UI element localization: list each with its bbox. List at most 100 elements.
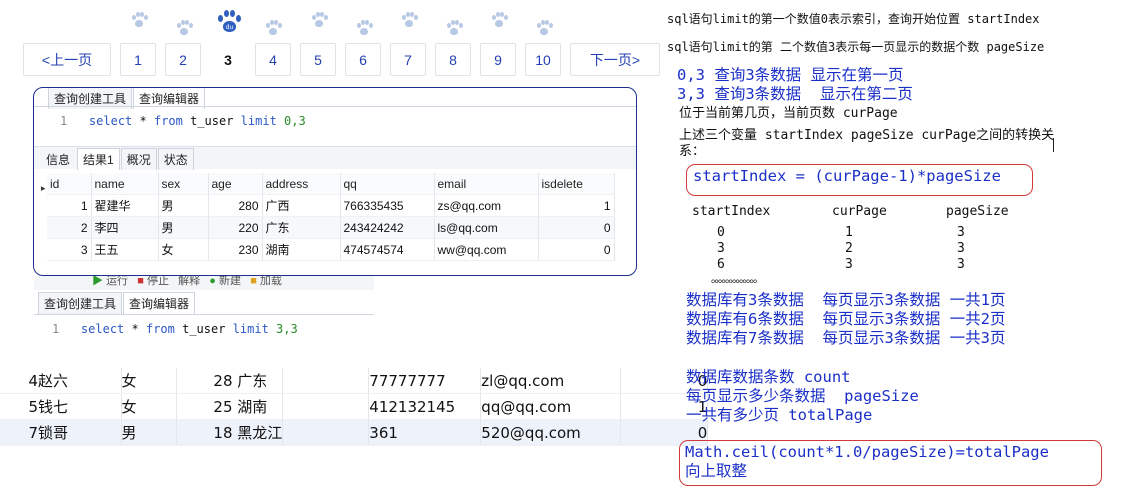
cell-id-name: 4赵六 — [0, 368, 122, 394]
index-table-cell: 3 — [957, 225, 965, 240]
note-var-count: 数据库数据条数 count — [686, 368, 851, 386]
note-count-1: 数据库有3条数据 每页显示3条数据 一共1页 — [686, 291, 1006, 309]
column-header[interactable]: isdelete — [538, 173, 615, 195]
cell-qq: 77777777 — [368, 368, 482, 394]
cell-address: 广东 — [262, 216, 341, 239]
column-header[interactable]: email — [434, 173, 539, 195]
sql-keyword: limit — [232, 322, 269, 336]
run-icon: ▶ — [92, 275, 103, 287]
tab-overview[interactable]: 概况 — [120, 148, 157, 170]
page-button-1[interactable]: 1 — [120, 43, 156, 76]
sql-editor-2[interactable]: 1 select * from t_user limit 3,3 — [52, 322, 298, 336]
line-number: 1 — [60, 114, 68, 128]
column-header[interactable]: qq — [340, 173, 435, 195]
cell-isdelete: 1 — [538, 194, 615, 217]
ellipsis-dots: 。。。。。。。。。。。。。 — [711, 272, 764, 285]
new-button[interactable]: 新建 — [219, 275, 241, 287]
column-header[interactable]: age — [208, 173, 263, 195]
index-table-header: startIndex — [692, 204, 771, 219]
cell-address: 广西 — [262, 194, 341, 217]
index-table-cell: 2 — [845, 241, 853, 256]
column-header[interactable]: sex — [158, 173, 209, 195]
note-relation: 上述三个变量 startIndex pageSize curPage之间的转换关 — [679, 128, 1055, 143]
query-panel-2: ▶ 运行 ■ 停止 解释 ● 新建 ■ 加载 查询创建工具 查询编辑器 1 se… — [34, 275, 374, 366]
cell-name: 赵六 — [38, 372, 69, 390]
note-count-3: 数据库有7条数据 每页显示3条数据 一共3页 — [686, 329, 1006, 347]
page-button-10[interactable]: 10 — [525, 43, 561, 76]
page-button-7[interactable]: 7 — [390, 43, 426, 76]
cell-age: 25 — [213, 398, 233, 416]
tab-query-builder[interactable]: 查询创建工具 — [38, 292, 123, 314]
run-button[interactable]: 运行 — [106, 275, 128, 287]
cell-age: 18 — [213, 424, 233, 442]
cell-age: 280 — [208, 194, 263, 217]
page-button-9[interactable]: 9 — [480, 43, 516, 76]
cell-address: 黑龙江 — [237, 424, 283, 442]
sql-args: 3,3 — [268, 322, 298, 336]
sql-keyword: from — [153, 114, 183, 128]
note-count-2: 数据库有6条数据 每页显示3条数据 一共2页 — [686, 310, 1006, 328]
cell-sex: 男 — [158, 216, 209, 239]
prev-page-button[interactable]: <上一页 — [23, 43, 111, 76]
table-row[interactable]: 5钱七 女 25 湖南 412132145 qq@qq.com 1 — [0, 393, 709, 420]
stop-button[interactable]: 停止 — [147, 275, 169, 287]
tab-result-1[interactable]: 结果1 — [77, 148, 120, 170]
load-icon: ■ — [250, 275, 257, 287]
page-button-2[interactable]: 2 — [165, 43, 201, 76]
explain-button[interactable]: 解释 — [178, 275, 200, 287]
tab-query-editor[interactable]: 查询编辑器 — [123, 292, 196, 314]
sql-text: * — [124, 322, 146, 336]
index-table-cell: 3 — [957, 241, 965, 256]
cell-email: qq@qq.com — [480, 393, 622, 420]
cell-qq: 243424242 — [340, 216, 435, 239]
cell-qq: 361 — [368, 419, 482, 446]
result-table-2: 4赵六 女 28 广东 77777777 zl@qq.com 0 5钱七 女 2… — [0, 368, 709, 446]
page-button-5[interactable]: 5 — [300, 43, 336, 76]
next-page-button[interactable]: 下一页> — [570, 43, 660, 76]
index-table-cell: 3 — [957, 257, 965, 272]
table-row[interactable]: 2 李四 男 220 广东 243424242 ls@qq.com 0 — [47, 216, 615, 239]
note-blue-2: 3,3 查询3条数据 显示在第二页 — [677, 85, 913, 103]
index-table-cell: 3 — [717, 241, 725, 256]
cell-name: 王五 — [91, 238, 159, 261]
column-header[interactable]: name — [91, 173, 159, 195]
table-row[interactable]: 7锁哥 男 18 黑龙江 361 520@qq.com 0 — [0, 419, 709, 446]
page-button-4[interactable]: 4 — [255, 43, 291, 76]
cell-email: zs@qq.com — [434, 194, 539, 217]
note-curpage: 位于当前第几页，当前页数 curPage — [679, 106, 898, 121]
cell-age-address: 18 黑龙江 — [176, 419, 284, 446]
table-row[interactable]: 3 王五 女 230 湖南 474574574 ww@qq.com 0 — [47, 238, 615, 261]
table-row[interactable]: 4赵六 女 28 广东 77777777 zl@qq.com 0 — [0, 368, 709, 394]
sql-keyword: limit — [240, 114, 277, 128]
index-table-cell: 0 — [717, 225, 725, 240]
sql-editor-1[interactable]: 1 select * from t_user limit 0,3 — [60, 114, 306, 128]
sql-keyword: from — [145, 322, 175, 336]
cell-id: 4 — [28, 372, 38, 390]
page-button-6[interactable]: 6 — [345, 43, 381, 76]
table-row[interactable]: 1 翟建华 男 280 广西 766335435 zs@qq.com 1 — [47, 194, 615, 217]
sql-args: 0,3 — [276, 114, 306, 128]
page-button-8[interactable]: 8 — [435, 43, 471, 76]
text-cursor-icon — [1053, 138, 1054, 152]
cell-sex: 女 — [121, 393, 177, 420]
cell-sex: 男 — [158, 194, 209, 217]
cell-id: 7 — [28, 424, 38, 442]
line-number: 1 — [52, 322, 60, 336]
cell-sex: 女 — [121, 368, 177, 394]
column-header[interactable]: address — [262, 173, 341, 195]
cell-address-spacer — [282, 419, 370, 446]
tab-info[interactable]: 信息 — [40, 148, 76, 170]
load-button[interactable]: 加载 — [260, 275, 282, 287]
column-header[interactable]: id — [47, 173, 92, 195]
divider — [34, 106, 636, 107]
result-tabs: 信息 结果1 概况 状态 — [40, 148, 195, 170]
note-var-totalpage: 一共有多少页 totalPage — [686, 406, 873, 424]
note-line-1: sql语句limit的第一个数值0表示索引，查询开始位置 startIndex — [667, 12, 1040, 26]
paw-icon — [311, 12, 328, 28]
cell-isdelete: 0 — [538, 238, 615, 261]
cell-sex: 女 — [158, 238, 209, 261]
cell-id: 5 — [28, 398, 38, 416]
editor-tabs-2: 查询创建工具 查询编辑器 — [38, 292, 196, 314]
cell-id: 3 — [47, 238, 92, 261]
tab-status[interactable]: 状态 — [157, 148, 194, 170]
